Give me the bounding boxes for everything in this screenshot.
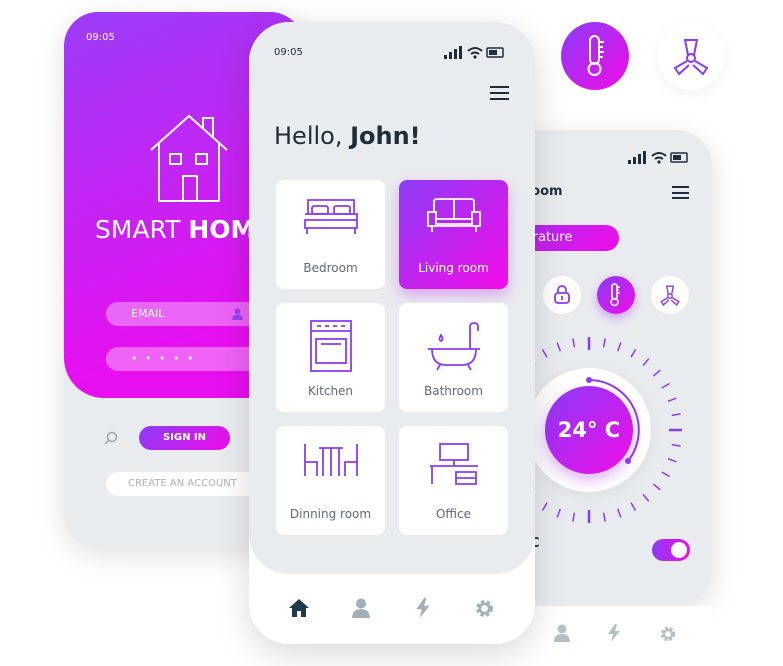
fan-icon xyxy=(660,285,680,306)
user-icon[interactable] xyxy=(352,598,370,618)
dial-tick xyxy=(630,502,637,511)
lock-button[interactable] xyxy=(543,276,581,314)
dial-tick xyxy=(541,349,548,358)
desk-icon xyxy=(430,443,478,485)
home-screen: 09:05 Hello, John! Bedroom Living room K… xyxy=(249,22,535,644)
room-card-bathroom[interactable]: Bathroom xyxy=(399,303,508,412)
greeting: Hello, John! xyxy=(274,122,421,150)
room-card-living-room[interactable]: Living room xyxy=(399,180,508,289)
lock-icon xyxy=(554,285,570,304)
bolt-icon[interactable] xyxy=(607,624,621,642)
status-time: 09:05 xyxy=(86,32,115,43)
dial-tick xyxy=(652,483,661,491)
home-icon[interactable] xyxy=(289,598,309,618)
ac-toggle[interactable] xyxy=(652,539,690,561)
user-icon xyxy=(232,308,243,320)
dial-tick xyxy=(602,338,606,348)
dial-tick xyxy=(630,349,637,358)
dial-tick xyxy=(661,382,670,389)
room-card-office[interactable]: Office xyxy=(399,426,508,535)
fan-icon xyxy=(673,39,709,76)
oven-icon xyxy=(310,320,352,372)
dial-tick xyxy=(617,508,622,518)
dial-tick xyxy=(572,338,576,348)
bed-icon xyxy=(304,199,358,234)
gear-icon[interactable] xyxy=(474,598,495,619)
bolt-icon[interactable] xyxy=(415,598,431,618)
dial-tick xyxy=(642,358,650,367)
thermometer-icon xyxy=(610,283,620,307)
menu-icon[interactable] xyxy=(490,86,509,100)
thermometer-badge xyxy=(561,22,629,90)
status-icons xyxy=(628,151,688,164)
fan-badge xyxy=(657,22,725,90)
dial-tick xyxy=(572,512,576,522)
room-card-dinning-room[interactable]: Dinning room xyxy=(276,426,385,535)
user-icon[interactable] xyxy=(554,624,570,642)
dial-tick xyxy=(642,493,650,502)
dial-tick xyxy=(541,502,548,511)
dial-tick xyxy=(671,443,681,447)
status-time: 09:05 xyxy=(274,47,303,58)
dial-tick xyxy=(661,471,670,478)
house-logo-icon xyxy=(150,114,228,202)
temperature-knob[interactable]: 24° C xyxy=(545,386,633,474)
gear-icon[interactable] xyxy=(659,625,677,643)
bathtub-icon xyxy=(428,322,480,371)
dial-tick xyxy=(556,342,561,352)
sign-in-button[interactable]: SIGN IN xyxy=(139,426,230,450)
dial-tick xyxy=(617,342,622,352)
room-card-kitchen[interactable]: Kitchen xyxy=(276,303,385,412)
dial-tick xyxy=(602,512,606,522)
menu-icon[interactable] xyxy=(672,186,689,199)
fan-button[interactable] xyxy=(651,276,689,314)
sofa-icon xyxy=(427,198,481,232)
search-icon[interactable] xyxy=(104,431,118,445)
dial-tick xyxy=(667,397,677,402)
dial-tick xyxy=(671,413,681,417)
app-title: SMART HOME xyxy=(95,215,273,244)
dial-tick xyxy=(556,508,561,518)
dining-table-icon xyxy=(304,444,358,476)
status-icons xyxy=(444,46,504,59)
dial-tick xyxy=(652,369,661,377)
room-card-bedroom[interactable]: Bedroom xyxy=(276,180,385,289)
dial-tick xyxy=(667,458,677,463)
thermometer-icon xyxy=(587,35,604,76)
thermometer-button[interactable] xyxy=(597,276,635,314)
